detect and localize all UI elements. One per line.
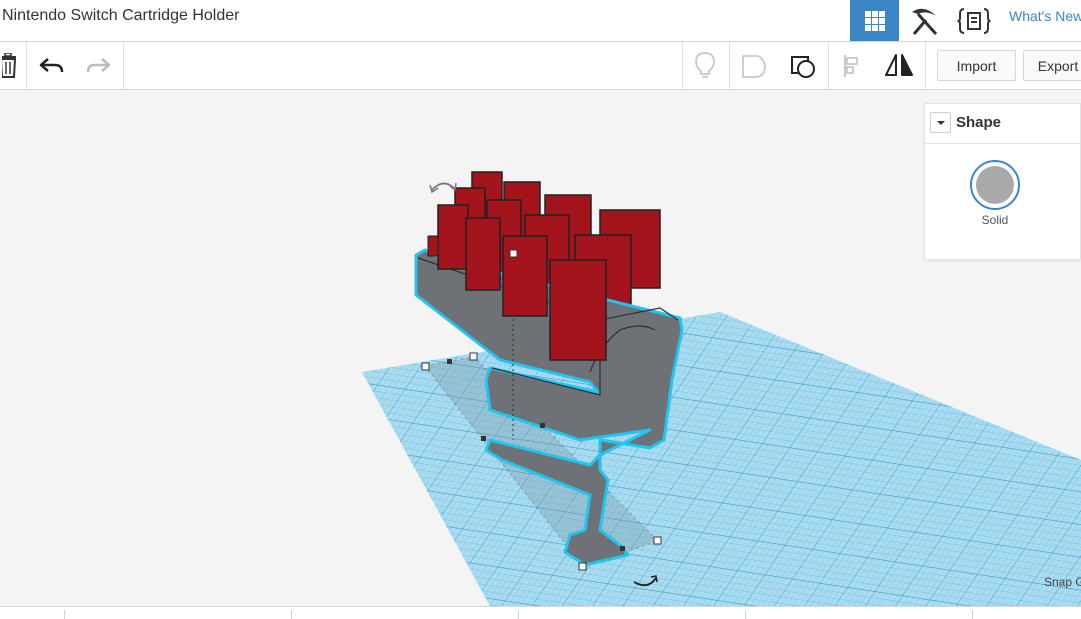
- edge-handle: [481, 436, 486, 441]
- mirror-icon: [885, 53, 913, 76]
- blocks-view-button[interactable]: [900, 0, 948, 41]
- edge-handle: [447, 359, 452, 364]
- 3d-scene[interactable]: [0, 90, 1081, 606]
- show-all-button[interactable]: [784, 42, 822, 89]
- edge-handle: [540, 423, 545, 428]
- codeblocks-icon: [957, 7, 991, 34]
- corner-handle: [653, 536, 662, 545]
- height-handle: [509, 249, 518, 258]
- show-all-icon: [791, 55, 815, 78]
- grid-view-button[interactable]: [850, 0, 899, 41]
- corner-handle: [469, 352, 478, 361]
- solid-label: Solid: [981, 213, 1009, 227]
- comment-icon: [742, 54, 766, 78]
- inspector-header: Shape: [925, 104, 1080, 144]
- edit-toolbar: Import Export: [0, 42, 1081, 90]
- bottom-divider: [518, 610, 519, 619]
- export-button[interactable]: Export: [1023, 50, 1081, 81]
- redo-button[interactable]: [80, 42, 116, 89]
- corner-handle: [578, 562, 587, 571]
- whats-new-link[interactable]: What's New: [1009, 8, 1081, 24]
- collapse-inspector-button[interactable]: [930, 112, 951, 133]
- chevron-down-icon: [936, 120, 945, 125]
- shape-inspector: Shape Solid: [924, 103, 1081, 260]
- snap-grid-label[interactable]: Snap G: [1044, 575, 1081, 589]
- bottom-divider: [291, 610, 292, 619]
- corner-handle: [421, 362, 430, 371]
- grid-icon: [864, 10, 885, 31]
- inspector-title: Shape: [956, 114, 1002, 131]
- comment-button[interactable]: [735, 42, 773, 89]
- bottom-divider: [745, 610, 746, 619]
- align-button[interactable]: [835, 42, 869, 89]
- notes-button[interactable]: [688, 42, 722, 89]
- tinkercad-editor: { "document": { "title": "Nintendo Switc…: [0, 0, 1081, 619]
- undo-button[interactable]: [34, 42, 70, 89]
- align-icon: [844, 54, 858, 77]
- toolbar-divider: [682, 42, 683, 89]
- toolbar-divider: [26, 42, 27, 89]
- undo-icon: [39, 57, 64, 72]
- delete-button[interactable]: [0, 42, 22, 89]
- edge-handle: [620, 546, 625, 551]
- codeblocks-view-button[interactable]: [950, 0, 998, 41]
- import-button[interactable]: Import: [937, 50, 1016, 81]
- solid-swatch-fill: [976, 166, 1014, 204]
- lightbulb-icon: [695, 51, 715, 78]
- mirror-button[interactable]: [880, 42, 918, 89]
- bottom-bar: [0, 606, 1081, 619]
- redo-icon: [86, 57, 111, 72]
- toolbar-divider: [729, 42, 730, 89]
- design-title[interactable]: Nintendo Switch Cartridge Holder: [2, 7, 239, 25]
- trash-icon: [2, 52, 17, 78]
- workplane-viewport[interactable]: Shape Solid Snap G: [0, 90, 1081, 606]
- solid-color-swatch[interactable]: [970, 160, 1020, 210]
- toolbar-divider: [123, 42, 124, 89]
- toolbar-divider: [828, 42, 829, 89]
- rotate-handle-top[interactable]: [429, 182, 457, 194]
- bottom-divider: [972, 610, 973, 619]
- bottom-divider: [64, 610, 65, 619]
- pickaxe-icon: [912, 8, 938, 35]
- top-bar: Nintendo Switch Cartridge Holder What's …: [0, 0, 1081, 42]
- toolbar-divider: [925, 42, 926, 89]
